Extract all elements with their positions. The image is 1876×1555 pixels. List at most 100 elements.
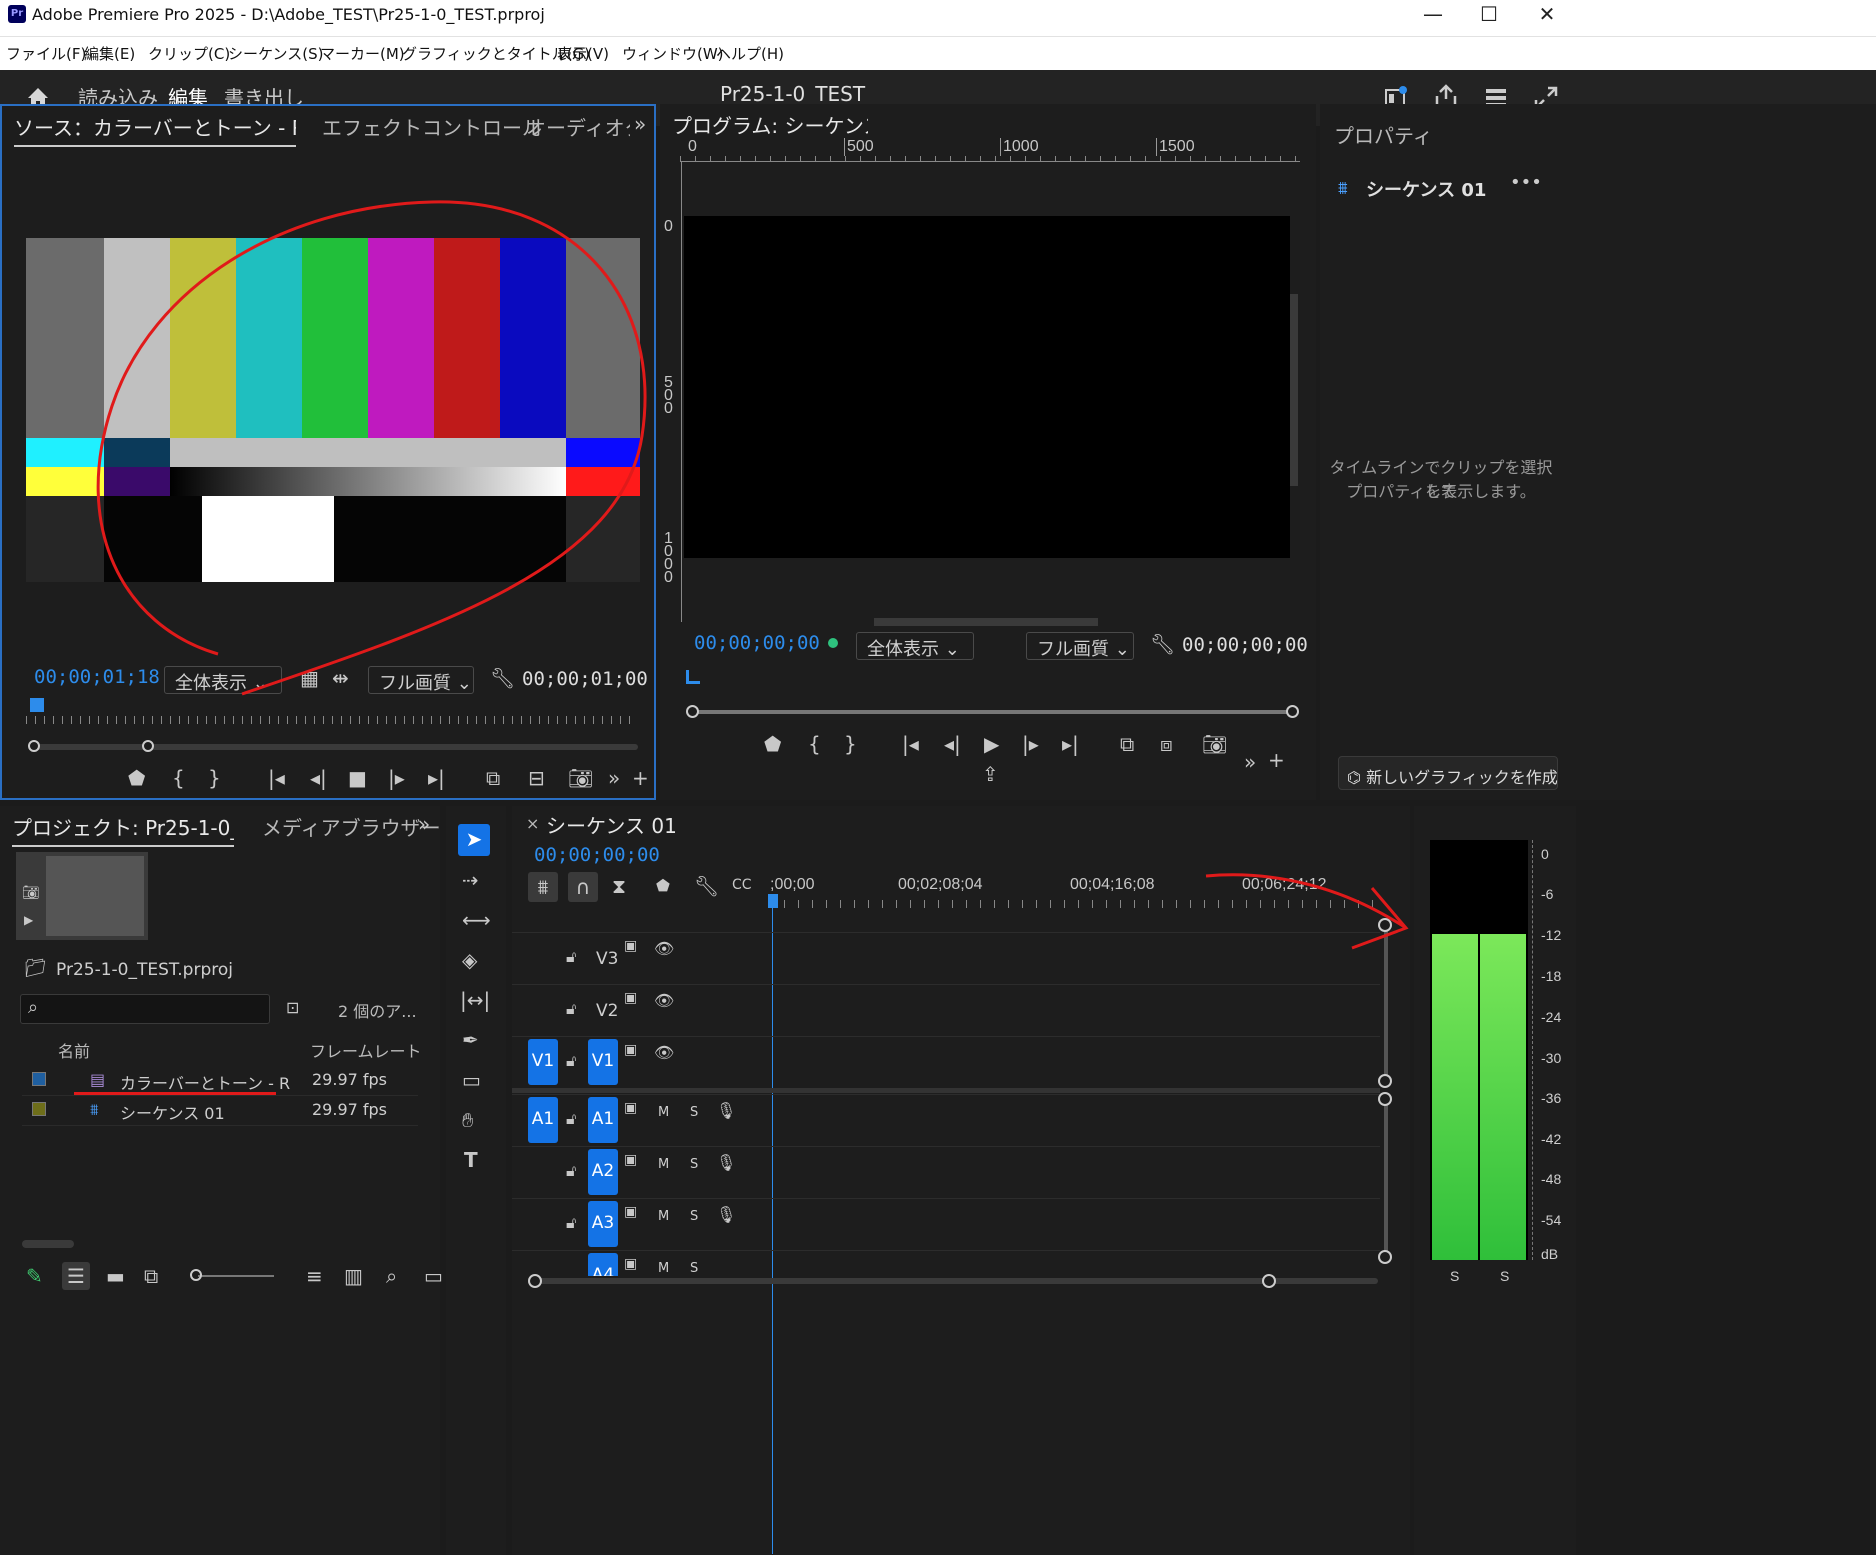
solo-button[interactable]: S [690, 1105, 698, 1120]
timeline-close-icon[interactable]: × [526, 814, 539, 833]
program-timecode[interactable]: 00;00;00;00 [694, 632, 820, 654]
microphone-icon[interactable]: 🎙︎ [716, 1207, 736, 1223]
pen-tool-icon[interactable]: ✒︎ [462, 1030, 479, 1050]
audio-vscroll[interactable] [1384, 1098, 1388, 1254]
maximize-icon[interactable]: ☐ [1474, 4, 1504, 24]
program-go-to-out-icon[interactable]: ▸| [1062, 734, 1079, 754]
list-view-icon[interactable]: ☰ [62, 1262, 90, 1290]
sync-lock-icon[interactable]: ▣ [624, 1257, 637, 1271]
automate-icon[interactable]: ▥ [344, 1266, 363, 1286]
zoom-slider[interactable] [198, 1275, 274, 1277]
program-hscroll[interactable] [874, 618, 1098, 626]
eye-icon[interactable]: 👁︎ [654, 1045, 674, 1061]
play-icon[interactable]: ▶ [984, 734, 999, 754]
ripple-edit-tool-icon[interactable]: ⟷ [462, 910, 491, 930]
lock-icon[interactable]: 🔓︎ [566, 949, 576, 965]
list-item[interactable]: ⩩ シーケンス 01 29.97 fps [22, 1096, 418, 1126]
track-target-a1[interactable]: A1 [588, 1097, 618, 1143]
lock-icon[interactable]: 🔓︎ [566, 1053, 576, 1069]
eye-icon[interactable]: 👁︎ [654, 941, 674, 957]
program-go-to-in-icon[interactable]: |◂ [902, 734, 919, 754]
lift-icon[interactable]: ⧉ [1120, 734, 1134, 754]
label-color[interactable] [32, 1072, 46, 1086]
add-marker-icon[interactable]: ⬟ [656, 878, 670, 894]
label-color[interactable] [32, 1102, 46, 1116]
properties-title[interactable]: プロパティ [1334, 120, 1433, 149]
menu-edit[interactable]: 編集(E) [84, 43, 135, 64]
lock-icon[interactable]: 🔓︎ [566, 1163, 576, 1179]
menu-view[interactable]: 表示(V) [557, 43, 609, 64]
menu-help[interactable]: ヘルプ(H) [716, 43, 784, 64]
program-mark-in-icon[interactable]: { [808, 734, 821, 754]
program-step-back-icon[interactable]: ◂| [944, 734, 961, 754]
sync-lock-icon[interactable]: ▣ [624, 991, 637, 1005]
minimize-icon[interactable]: — [1418, 4, 1448, 24]
pencil-icon[interactable]: ✎ [26, 1266, 43, 1286]
lock-icon[interactable]: 🔓︎ [566, 1215, 576, 1231]
program-wrench-icon[interactable]: 🔧︎ [1150, 634, 1175, 654]
sync-lock-icon[interactable]: ▣ [624, 1153, 637, 1167]
lock-icon[interactable]: 🔓︎ [566, 1001, 576, 1017]
sync-lock-icon[interactable]: ▣ [624, 1205, 637, 1219]
program-add-icon[interactable]: + [1268, 750, 1285, 770]
lock-icon[interactable]: 🔓︎ [566, 1111, 576, 1127]
menu-sequence[interactable]: シーケンス(S) [228, 43, 323, 64]
slip-tool-icon[interactable]: |↔| [460, 990, 490, 1010]
nest-icon[interactable]: ⩩ [528, 872, 558, 902]
timeline-settings-icon[interactable]: 🔧︎ [694, 876, 719, 896]
freeform-view-icon[interactable]: ⧉ [144, 1266, 158, 1286]
track-target-a2[interactable]: A2 [588, 1149, 618, 1195]
track-target-v1[interactable]: V1 [588, 1039, 618, 1085]
sync-lock-icon[interactable]: ▣ [624, 1101, 637, 1115]
timeline-playhead[interactable] [768, 894, 778, 908]
icon-view-icon[interactable]: ▬ [106, 1266, 125, 1286]
program-playhead-icon[interactable] [686, 670, 700, 684]
find-icon[interactable]: ⌕ [386, 1266, 397, 1286]
sync-lock-icon[interactable]: ▣ [624, 939, 637, 953]
type-tool-icon[interactable]: T [464, 1150, 478, 1170]
menu-file[interactable]: ファイル(F) [6, 43, 86, 64]
tab-sequence[interactable]: シーケンス 01 [546, 810, 677, 839]
program-marker-icon[interactable]: ⬟ [764, 734, 781, 754]
track-select-tool-icon[interactable]: ⇢ [462, 870, 479, 890]
project-search-input[interactable] [20, 994, 270, 1024]
snap-icon[interactable]: ∩ [568, 872, 598, 902]
timeline-timecode[interactable]: 00;00;00;00 [534, 844, 660, 866]
track-target-a4[interactable]: A4 [588, 1253, 618, 1276]
mute-button[interactable]: M [658, 1157, 669, 1172]
program-mark-out-icon[interactable]: } [844, 734, 857, 754]
track-name[interactable]: V2 [596, 1001, 618, 1021]
program-zoom-dropdown[interactable]: 全体表示 ⌄ [856, 632, 974, 660]
more-options-icon[interactable]: ••• [1510, 172, 1542, 193]
sync-lock-icon[interactable]: ▣ [624, 1043, 637, 1057]
program-quality-dropdown[interactable]: フル画質 ⌄ [1026, 632, 1134, 660]
export-frame-icon[interactable]: ⇪ [982, 764, 999, 784]
menu-marker[interactable]: マーカー(M) [320, 43, 405, 64]
find-bin-icon[interactable]: ⊡ [286, 1000, 299, 1016]
col-name[interactable]: 名前 [58, 1038, 90, 1062]
mute-button[interactable]: M [658, 1209, 669, 1224]
menu-window[interactable]: ウィンドウ(W) [622, 43, 724, 64]
col-framerate[interactable]: フレームレート [310, 1038, 422, 1062]
sort-icon[interactable]: ≡ [306, 1266, 323, 1286]
hand-tool-icon[interactable]: ✋︎ [462, 1110, 473, 1130]
av-divider[interactable] [512, 1088, 1380, 1093]
mute-button[interactable]: M [658, 1261, 669, 1276]
tab-project[interactable]: プロジェクト: Pr25-1-0_TEST [12, 812, 234, 847]
captions-icon[interactable]: CC [732, 878, 752, 892]
rectangle-tool-icon[interactable]: ▭ [462, 1070, 481, 1090]
project-more-tabs-icon[interactable]: » [418, 814, 430, 834]
track-target-a3[interactable]: A3 [588, 1201, 618, 1247]
tab-program[interactable]: プログラム: シーケンス 01 [672, 110, 868, 139]
new-bin-icon[interactable]: ▭ [424, 1266, 443, 1286]
program-vscroll[interactable] [1290, 294, 1298, 486]
tab-media-browser[interactable]: メディアブラウザー [262, 812, 441, 841]
selection-tool-icon[interactable]: ➤ [458, 824, 490, 856]
program-camera-icon[interactable]: 📷︎ [1202, 734, 1227, 754]
linked-selection-icon[interactable]: ⧗ [612, 876, 626, 896]
solo-button[interactable]: S [690, 1209, 698, 1224]
eye-icon[interactable]: 👁︎ [654, 993, 674, 1009]
timeline-hscroll[interactable] [534, 1278, 1378, 1284]
solo-button[interactable]: S [690, 1261, 698, 1276]
solo-button[interactable]: S [690, 1157, 698, 1172]
